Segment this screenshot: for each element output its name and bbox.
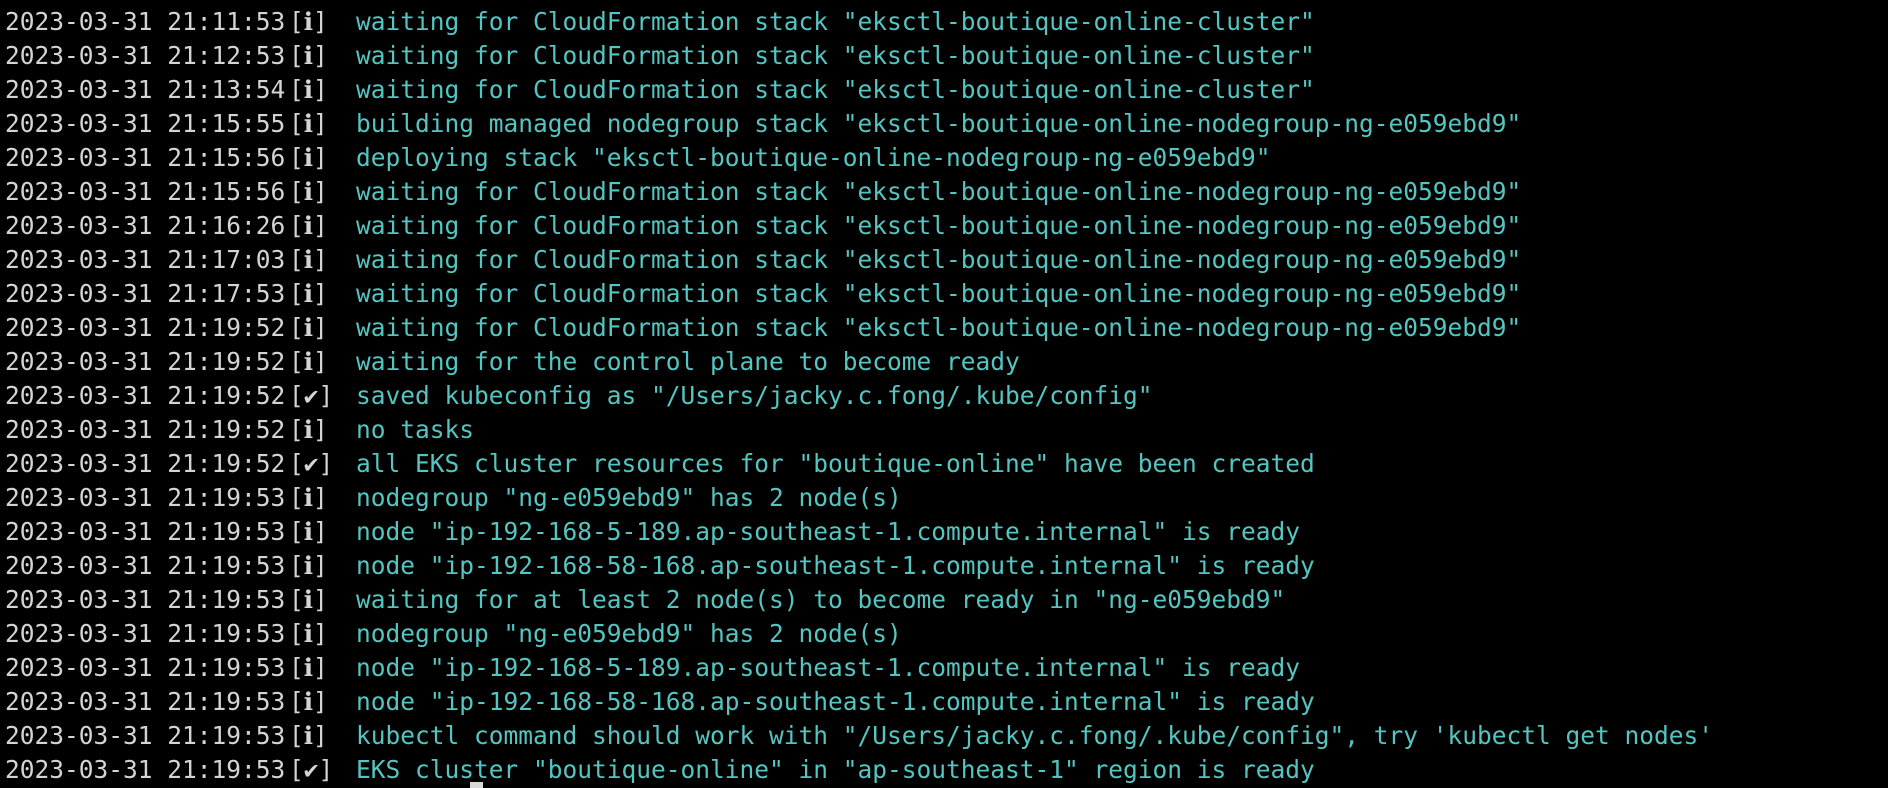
log-message: waiting for CloudFormation stack "eksctl…: [356, 41, 1315, 70]
log-line: 2023-03-31 21:19:53 [ℹ] node "ip-192-168-5…: [5, 515, 1888, 549]
log-message: node "ip-192-168-58-168.ap-southeast-1.c…: [356, 551, 1315, 580]
log-line: 2023-03-31 21:19:52 [ℹ] waiting for the co…: [5, 345, 1888, 379]
info-icon: [ℹ]: [289, 483, 328, 512]
log-message: no tasks: [356, 415, 475, 444]
log-message: waiting for CloudFormation stack "eksctl…: [356, 211, 1522, 240]
log-message: waiting for CloudFormation stack "eksctl…: [356, 279, 1522, 308]
log-timestamp: 2023-03-31 21:19:53: [5, 687, 286, 716]
log-timestamp: 2023-03-31 21:15:56: [5, 177, 286, 206]
log-line: 2023-03-31 21:19:52 [✔] saved kubeconfig a…: [5, 379, 1888, 413]
log-timestamp: 2023-03-31 21:19:53: [5, 585, 286, 614]
log-line: 2023-03-31 21:17:03 [ℹ] waiting for CloudF…: [5, 243, 1888, 277]
log-message: waiting for CloudFormation stack "eksctl…: [356, 7, 1315, 36]
log-timestamp: 2023-03-31 21:19:52: [5, 347, 286, 376]
log-line: 2023-03-31 21:19:53 [ℹ] node "ip-192-168-5…: [5, 685, 1888, 719]
log-timestamp: 2023-03-31 21:17:53: [5, 279, 286, 308]
log-line: 2023-03-31 21:19:53 [ℹ] nodegroup "ng-e059…: [5, 481, 1888, 515]
log-message: node "ip-192-168-5-189.ap-southeast-1.co…: [356, 653, 1301, 682]
log-line: 2023-03-31 21:16:26 [ℹ] waiting for CloudF…: [5, 209, 1888, 243]
log-message: waiting for at least 2 node(s) to become…: [356, 585, 1286, 614]
info-icon: [ℹ]: [289, 245, 328, 274]
info-icon: [ℹ]: [289, 347, 328, 376]
log-timestamp: 2023-03-31 21:19:52: [5, 313, 286, 342]
log-timestamp: 2023-03-31 21:12:53: [5, 41, 286, 70]
log-timestamp: 2023-03-31 21:15:55: [5, 109, 286, 138]
log-line: 2023-03-31 21:19:53 [ℹ] waiting for at lea…: [5, 583, 1888, 617]
info-icon: [ℹ]: [289, 279, 328, 308]
info-icon: [ℹ]: [289, 619, 328, 648]
log-line: 2023-03-31 21:19:53 [ℹ] node "ip-192-168-5…: [5, 651, 1888, 685]
info-icon: [ℹ]: [289, 75, 328, 104]
log-timestamp: 2023-03-31 21:17:03: [5, 245, 286, 274]
info-icon: [ℹ]: [289, 517, 328, 546]
log-message: EKS cluster "boutique-online" in "ap-sou…: [356, 755, 1315, 784]
log-timestamp: 2023-03-31 21:19:53: [5, 721, 286, 750]
log-line: 2023-03-31 21:15:56 [ℹ] waiting for CloudF…: [5, 175, 1888, 209]
info-icon: [ℹ]: [289, 551, 328, 580]
log-message: waiting for CloudFormation stack "eksctl…: [356, 75, 1315, 104]
info-icon: [ℹ]: [289, 177, 328, 206]
log-line: 2023-03-31 21:19:53 [ℹ] kubectl command sh…: [5, 719, 1888, 753]
log-timestamp: 2023-03-31 21:13:54: [5, 75, 286, 104]
log-line: 2023-03-31 21:15:55 [ℹ] building managed n…: [5, 107, 1888, 141]
log-message: saved kubeconfig as "/Users/jacky.c.fong…: [356, 381, 1153, 410]
log-timestamp: 2023-03-31 21:19:52: [5, 381, 286, 410]
log-timestamp: 2023-03-31 21:11:53: [5, 7, 286, 36]
log-timestamp: 2023-03-31 21:19:53: [5, 755, 286, 784]
info-icon: [ℹ]: [289, 41, 328, 70]
log-message: all EKS cluster resources for "boutique-…: [356, 449, 1315, 478]
log-message: node "ip-192-168-58-168.ap-southeast-1.c…: [356, 687, 1315, 716]
terminal-cursor: [470, 782, 483, 788]
log-message: waiting for the control plane to become …: [356, 347, 1020, 376]
info-icon: [ℹ]: [289, 109, 328, 138]
log-line: 2023-03-31 21:15:56 [ℹ] deploying stack "e…: [5, 141, 1888, 175]
info-icon: [ℹ]: [289, 415, 328, 444]
log-message: deploying stack "eksctl-boutique-online-…: [356, 143, 1271, 172]
log-timestamp: 2023-03-31 21:19:52: [5, 415, 286, 444]
log-line: 2023-03-31 21:19:53 [✔] EKS cluster "bouti…: [5, 753, 1888, 787]
info-icon: [ℹ]: [289, 7, 328, 36]
log-timestamp: 2023-03-31 21:19:53: [5, 653, 286, 682]
log-message: kubectl command should work with "/Users…: [356, 721, 1714, 750]
info-icon: [ℹ]: [289, 211, 328, 240]
success-check-icon: [✔]: [289, 755, 334, 784]
log-line: 2023-03-31 21:19:53 [ℹ] node "ip-192-168-5…: [5, 549, 1888, 583]
log-line: 2023-03-31 21:11:53 [ℹ] waiting for CloudF…: [5, 5, 1888, 39]
log-line: 2023-03-31 21:12:53 [ℹ] waiting for CloudF…: [5, 39, 1888, 73]
info-icon: [ℹ]: [289, 143, 328, 172]
success-check-icon: [✔]: [289, 449, 334, 478]
log-timestamp: 2023-03-31 21:19:53: [5, 619, 286, 648]
info-icon: [ℹ]: [289, 721, 328, 750]
log-message: nodegroup "ng-e059ebd9" has 2 node(s): [356, 483, 902, 512]
log-line: 2023-03-31 21:19:53 [ℹ] nodegroup "ng-e059…: [5, 617, 1888, 651]
log-message: node "ip-192-168-5-189.ap-southeast-1.co…: [356, 517, 1301, 546]
log-message: waiting for CloudFormation stack "eksctl…: [356, 245, 1522, 274]
success-check-icon: [✔]: [289, 381, 334, 410]
log-message: waiting for CloudFormation stack "eksctl…: [356, 177, 1522, 206]
info-icon: [ℹ]: [289, 313, 328, 342]
log-timestamp: 2023-03-31 21:19:53: [5, 483, 286, 512]
log-line: 2023-03-31 21:19:52 [✔] all EKS cluster re…: [5, 447, 1888, 481]
log-line: 2023-03-31 21:17:53 [ℹ] waiting for CloudF…: [5, 277, 1888, 311]
log-line: 2023-03-31 21:19:52 [ℹ] no tasks: [5, 413, 1888, 447]
log-line: 2023-03-31 21:13:54 [ℹ] waiting for CloudF…: [5, 73, 1888, 107]
terminal-output[interactable]: 2023-03-31 21:11:53 [ℹ] waiting for CloudF…: [5, 5, 1888, 788]
info-icon: [ℹ]: [289, 687, 328, 716]
log-timestamp: 2023-03-31 21:15:56: [5, 143, 286, 172]
log-timestamp: 2023-03-31 21:19:53: [5, 551, 286, 580]
log-message: building managed nodegroup stack "eksctl…: [356, 109, 1522, 138]
log-message: nodegroup "ng-e059ebd9" has 2 node(s): [356, 619, 902, 648]
info-icon: [ℹ]: [289, 653, 328, 682]
log-timestamp: 2023-03-31 21:16:26: [5, 211, 286, 240]
info-icon: [ℹ]: [289, 585, 328, 614]
log-line: 2023-03-31 21:19:52 [ℹ] waiting for CloudF…: [5, 311, 1888, 345]
log-timestamp: 2023-03-31 21:19:52: [5, 449, 286, 478]
log-message: waiting for CloudFormation stack "eksctl…: [356, 313, 1522, 342]
log-timestamp: 2023-03-31 21:19:53: [5, 517, 286, 546]
